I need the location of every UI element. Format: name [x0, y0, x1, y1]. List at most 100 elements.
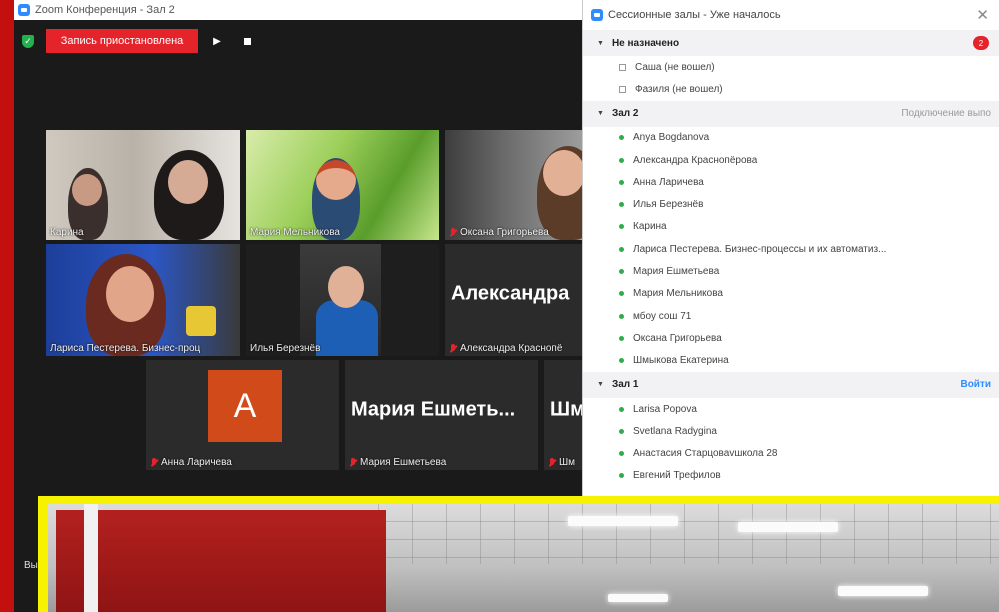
member-name: Евгений Трефилов — [633, 470, 721, 482]
classroom-photo — [48, 504, 999, 612]
online-dot-icon — [619, 135, 624, 141]
tile-name-label: Мария Ешметьева — [349, 457, 446, 468]
online-dot-icon — [619, 179, 624, 185]
group-name: Зал 2 — [611, 108, 639, 120]
group-header-unassigned[interactable]: ▼ Не назначено 2 — [583, 30, 999, 56]
join-room-button[interactable]: Войти — [960, 379, 991, 390]
list-item[interactable]: Мария Ешметьева — [583, 260, 999, 282]
panel-title: Сессионные залы - Уже началось — [608, 9, 781, 21]
muted-mic-icon — [349, 457, 357, 468]
list-item[interactable]: Оксана Григорьева — [583, 327, 999, 349]
recording-status-button[interactable]: Запись приостановлена — [46, 29, 198, 53]
list-item[interactable]: Анастасия Старцоваvшкола 28 — [583, 442, 999, 464]
list-item[interactable]: Карина — [583, 216, 999, 238]
online-dot-icon — [619, 291, 624, 297]
list-item[interactable]: Anya Bogdanova — [583, 127, 999, 149]
resume-recording-icon[interactable]: ▶ — [206, 29, 228, 53]
count-badge: 2 — [973, 36, 989, 50]
recording-toolbar: ✓ Запись приостановлена ▶ — [14, 28, 258, 54]
member-name: Анастасия Старцоваvшкола 28 — [633, 448, 778, 460]
member-name: Шмыкова Екатерина — [633, 355, 729, 367]
video-tile-aleksandra[interactable]: Александра Александра Краснопё — [445, 244, 599, 356]
zoom-logo-icon — [591, 9, 603, 21]
video-tile-anna-laricheva[interactable]: А Анна Ларичева — [146, 360, 339, 470]
list-item[interactable]: мбоу сош 71 — [583, 305, 999, 327]
online-dot-icon — [619, 473, 624, 479]
list-item[interactable]: Анна Ларичева — [583, 171, 999, 193]
avatar: А — [208, 370, 282, 442]
tile-name-label: Анна Ларичева — [150, 457, 232, 468]
ceiling-light — [608, 594, 668, 602]
list-item[interactable]: Лариса Пестерева. Бизнес-процессы и их а… — [583, 238, 999, 260]
red-wall — [56, 510, 386, 612]
stop-recording-icon[interactable] — [236, 29, 258, 53]
checkbox-icon[interactable] — [619, 63, 626, 71]
member-name: Larisa Popova — [633, 403, 697, 415]
ceiling-light — [838, 586, 928, 596]
list-item[interactable]: Svetlana Radygina — [583, 420, 999, 442]
tile-name-label: Шм — [548, 457, 575, 468]
video-tile-maria-melnikova[interactable]: Мария Мельникова — [246, 130, 439, 240]
tile-name-label: Мария Мельникова — [250, 227, 340, 238]
tile-name-label: Лариса Пестерева. Бизнес-проц — [50, 343, 201, 354]
video-tile-maria-eshmeteva[interactable]: Мария Ешметь... Мария Ешметьева — [345, 360, 538, 470]
online-dot-icon — [619, 313, 624, 319]
member-name: Анна Ларичева — [633, 176, 704, 188]
partial-control-label[interactable]: Вы — [24, 560, 38, 571]
ceiling-light — [738, 522, 838, 532]
window-titlebar: Zoom Конференция - Зал 2 — [14, 0, 599, 20]
muted-mic-icon — [449, 343, 457, 354]
online-dot-icon — [619, 202, 624, 208]
window-title: Zoom Конференция - Зал 2 — [35, 4, 175, 16]
online-dot-icon — [619, 451, 624, 457]
group-name: Не назначено — [611, 37, 680, 49]
video-tile-karina[interactable]: Карина — [46, 130, 240, 240]
tile-big-name: Мария Ешметь... — [351, 398, 516, 420]
online-dot-icon — [619, 428, 624, 434]
list-item[interactable]: Илья Березнёв — [583, 193, 999, 215]
list-item[interactable]: Александра Краснопёрова — [583, 149, 999, 171]
list-item[interactable]: Larisa Popova — [583, 398, 999, 420]
member-name: мбоу сош 71 — [633, 310, 692, 322]
white-post — [84, 504, 98, 612]
security-shield-icon[interactable]: ✓ — [22, 34, 34, 48]
member-name: Саша (не вошел) — [635, 61, 715, 73]
group-header-room-2[interactable]: ▼ Зал 2 Подключение выпо — [583, 100, 999, 127]
online-dot-icon — [619, 406, 624, 412]
red-frame — [0, 0, 14, 612]
member-name: Фазиля (не вошел) — [635, 83, 723, 95]
muted-mic-icon — [150, 457, 158, 468]
member-name: Лариса Пестерева. Бизнес-процессы и их а… — [633, 243, 887, 255]
tile-name-label: Илья Березнёв — [250, 343, 321, 354]
member-name: Мария Мельникова — [633, 288, 723, 300]
list-item[interactable]: Мария Мельникова — [583, 283, 999, 305]
online-dot-icon — [619, 335, 624, 341]
video-tile-ilya-bereznyov[interactable]: Илья Березнёв — [246, 244, 439, 356]
group-name: Зал 1 — [611, 379, 639, 391]
caret-down-icon: ▼ — [597, 39, 604, 47]
ceiling-grid — [378, 504, 999, 564]
video-tile-larisa-pestereva[interactable]: Лариса Пестерева. Бизнес-проц — [46, 244, 240, 356]
group-header-room-1[interactable]: ▼ Зал 1 Войти — [583, 371, 999, 398]
member-name: Мария Ешметьева — [633, 266, 720, 278]
online-dot-icon — [619, 358, 624, 364]
list-item[interactable]: Саша (не вошел) — [583, 56, 999, 78]
zoom-logo-icon — [18, 4, 30, 16]
member-name: Александра Краснопёрова — [633, 154, 758, 166]
close-icon[interactable]: ✕ — [976, 6, 989, 24]
member-name: Карина — [633, 221, 667, 233]
caret-down-icon: ▼ — [597, 110, 604, 118]
online-dot-icon — [619, 224, 624, 230]
video-tile-oksana-grigorieva[interactable]: Оксана Григорьева — [445, 130, 599, 240]
member-name: Илья Березнёв — [633, 199, 704, 211]
list-item[interactable]: Евгений Трефилов — [583, 465, 999, 487]
checkbox-icon[interactable] — [619, 85, 626, 93]
muted-mic-icon — [548, 457, 556, 468]
list-item[interactable]: Фазиля (не вошел) — [583, 78, 999, 100]
muted-mic-icon — [449, 227, 457, 238]
online-dot-icon — [619, 246, 624, 252]
breakout-rooms-panel: Сессионные залы - Уже началось ✕ ▼ Не на… — [582, 0, 999, 498]
tile-name-label: Александра Краснопё — [449, 343, 562, 354]
list-item[interactable]: Шмыкова Екатерина — [583, 350, 999, 372]
classroom-photo-frame — [38, 496, 999, 612]
